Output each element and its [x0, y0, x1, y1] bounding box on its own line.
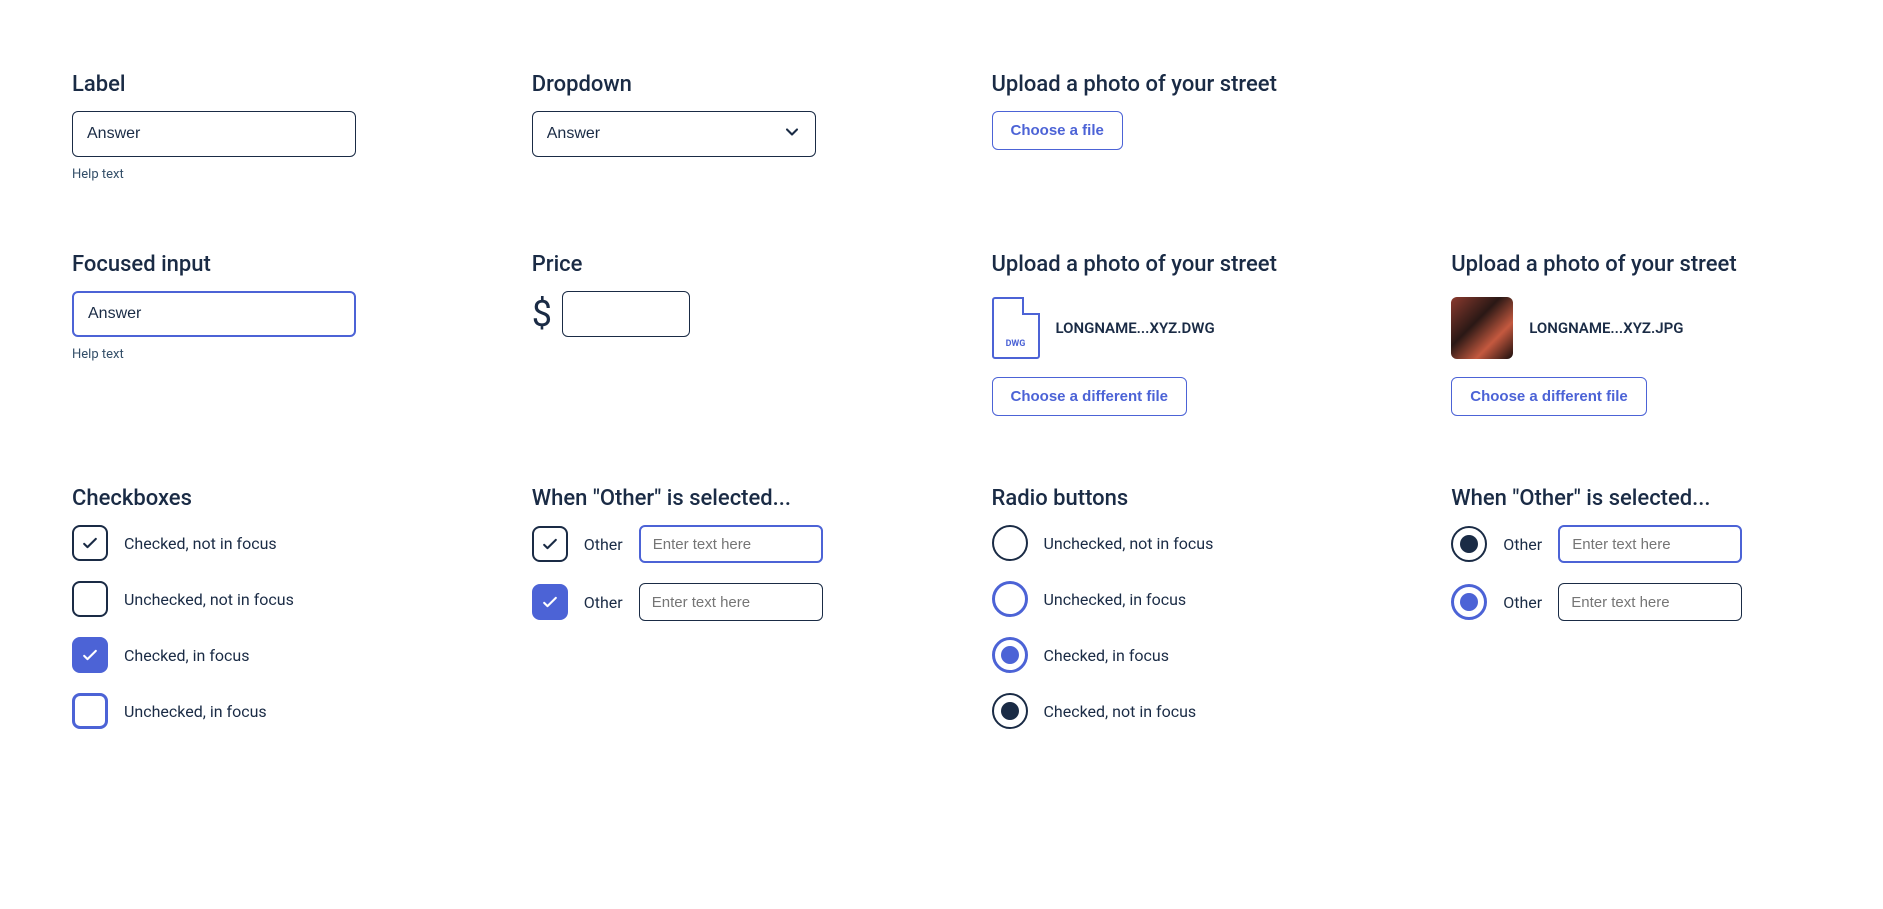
dropdown[interactable] [532, 111, 816, 157]
checkbox-other-block: When "Other" is selected... Other Other [532, 486, 892, 729]
focused-input-label: Focused input [72, 252, 432, 277]
checkbox-label: Other [584, 593, 623, 612]
dropdown-value[interactable] [532, 111, 816, 157]
checkbox-label: Unchecked, in focus [124, 702, 267, 721]
dropdown-label: Dropdown [532, 72, 892, 97]
checkbox-label: Other [584, 535, 623, 554]
checkbox[interactable] [532, 526, 568, 562]
radio-label-text: Checked, in focus [1044, 646, 1170, 665]
upload-block-simple: Upload a photo of your street Choose a f… [992, 72, 1352, 182]
checkbox-label: Unchecked, not in focus [124, 590, 294, 609]
choose-different-file-button[interactable]: Choose a different file [1451, 377, 1647, 416]
checkbox[interactable] [532, 584, 568, 620]
checkbox-label: Checked, not in focus [124, 534, 277, 553]
checkbox[interactable] [72, 525, 108, 561]
file-name: LONGNAME...XYZ.DWG [1056, 319, 1215, 337]
radio-other-block: When "Other" is selected... Other Other [1451, 486, 1811, 729]
file-extension: DWG [1006, 339, 1026, 349]
radio-button[interactable] [1451, 584, 1487, 620]
other-text-input[interactable] [639, 583, 823, 621]
radio-button[interactable] [992, 581, 1028, 617]
radio-label-text: Unchecked, in focus [1044, 590, 1187, 609]
dollar-icon: $ [532, 293, 552, 335]
radio-label-text: Unchecked, not in focus [1044, 534, 1214, 553]
price-block: Price $ [532, 252, 892, 416]
choose-different-file-button[interactable]: Choose a different file [992, 377, 1188, 416]
upload-block-dwg: Upload a photo of your street DWG LONGNA… [992, 252, 1352, 416]
help-text: Help text [72, 167, 432, 182]
upload-label: Upload a photo of your street [992, 72, 1352, 97]
price-input[interactable] [562, 291, 690, 337]
focused-text-input[interactable] [72, 291, 356, 337]
radio-buttons-block: Radio buttons Unchecked, not in focus Un… [992, 486, 1352, 729]
image-thumbnail [1451, 297, 1513, 359]
checkbox[interactable] [72, 693, 108, 729]
upload-label: Upload a photo of your street [1451, 252, 1811, 277]
section-label: When "Other" is selected... [532, 486, 892, 511]
checkboxes-label: Checkboxes [72, 486, 432, 511]
radio-button[interactable] [992, 637, 1028, 673]
upload-block-jpg: Upload a photo of your street LONGNAME..… [1451, 252, 1811, 416]
radio-button[interactable] [992, 693, 1028, 729]
checkbox-label: Checked, in focus [124, 646, 250, 665]
help-text: Help text [72, 347, 432, 362]
choose-file-button[interactable]: Choose a file [992, 111, 1123, 150]
checkbox[interactable] [72, 581, 108, 617]
radio-label-text: Other [1503, 593, 1542, 612]
input-label: Label [72, 72, 432, 97]
text-input[interactable] [72, 111, 356, 157]
dropdown-block: Dropdown [532, 72, 892, 182]
price-label: Price [532, 252, 892, 277]
radio-button[interactable] [992, 525, 1028, 561]
checkbox[interactable] [72, 637, 108, 673]
section-label: When "Other" is selected... [1451, 486, 1811, 511]
radio-button[interactable] [1451, 526, 1487, 562]
other-text-input[interactable] [1558, 583, 1742, 621]
other-text-input[interactable] [639, 525, 823, 563]
file-icon: DWG [992, 297, 1040, 359]
focused-input-block: Focused input Help text [72, 252, 432, 416]
text-input-block: Label Help text [72, 72, 432, 182]
file-name: LONGNAME...XYZ.JPG [1529, 319, 1683, 337]
radio-label: Radio buttons [992, 486, 1352, 511]
radio-label-text: Checked, not in focus [1044, 702, 1197, 721]
radio-label-text: Other [1503, 535, 1542, 554]
upload-label: Upload a photo of your street [992, 252, 1352, 277]
checkboxes-block: Checkboxes Checked, not in focus Uncheck… [72, 486, 432, 729]
other-text-input[interactable] [1558, 525, 1742, 563]
